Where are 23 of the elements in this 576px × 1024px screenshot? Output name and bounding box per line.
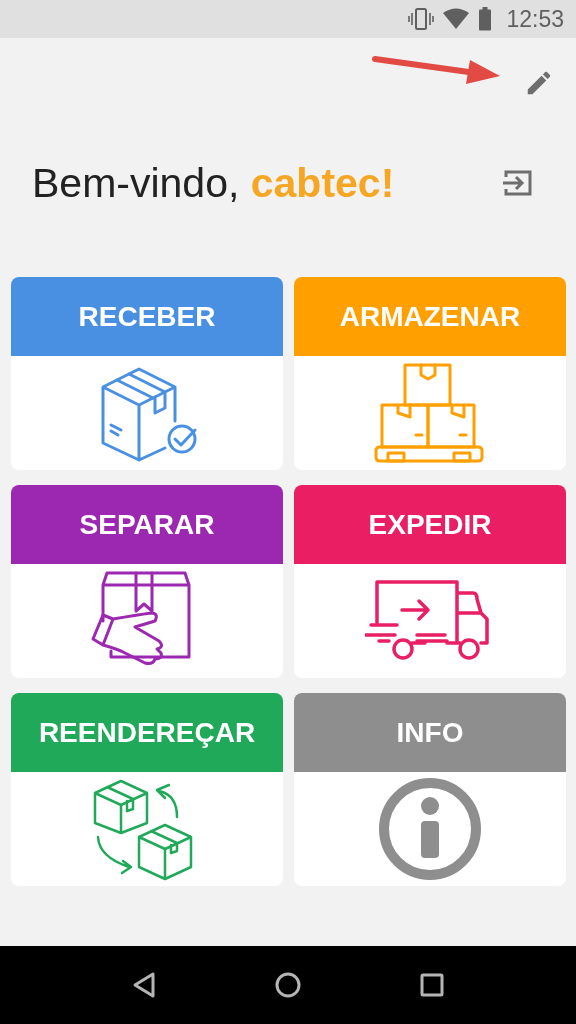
menu-tile[interactable]: EXPEDIR: [294, 485, 566, 678]
tile-header: INFO: [294, 693, 566, 772]
tile-header: EXPEDIR: [294, 485, 566, 564]
welcome-heading: Bem-vindo, cabtec!: [32, 159, 395, 207]
tile-header: RECEBER: [11, 277, 283, 356]
tile-header: ARMAZENAR: [294, 277, 566, 356]
tile-header: REENDEREÇAR: [11, 693, 283, 772]
stacked-boxes-icon: [374, 363, 486, 463]
back-icon[interactable]: [132, 971, 156, 999]
wifi-icon: [442, 8, 471, 30]
home-icon[interactable]: [274, 971, 302, 999]
clock: 12:53: [506, 5, 564, 33]
menu-tile[interactable]: SEPARAR: [11, 485, 283, 678]
vibrate-icon: [408, 7, 435, 31]
menu-tile[interactable]: RECEBER: [11, 277, 283, 470]
tile-header: SEPARAR: [11, 485, 283, 564]
recents-icon[interactable]: [420, 973, 444, 997]
battery-icon: [478, 7, 493, 31]
logout-icon: [502, 168, 534, 198]
menu-tile[interactable]: REENDEREÇAR: [11, 693, 283, 886]
menu-tile[interactable]: INFO: [294, 693, 566, 886]
menu-tile[interactable]: ARMAZENAR: [294, 277, 566, 470]
info-icon: [379, 778, 481, 880]
